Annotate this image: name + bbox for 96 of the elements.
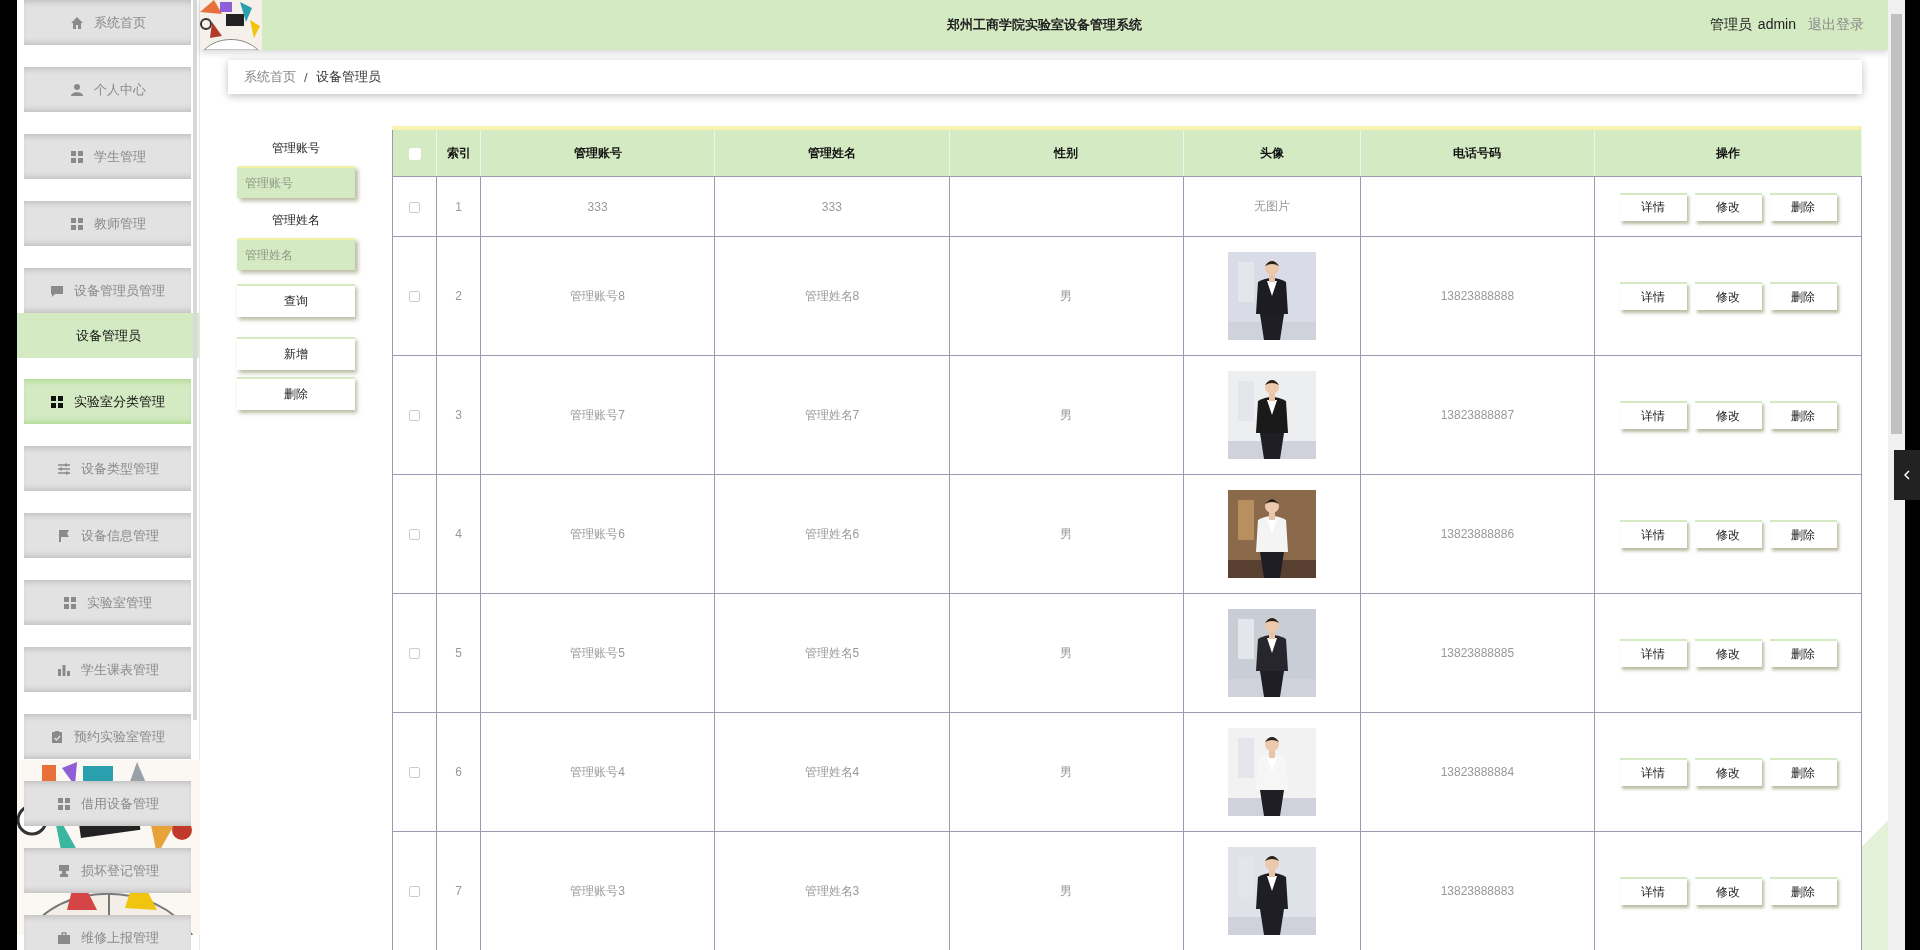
table-cell: 男 <box>949 474 1184 594</box>
table-cell: 333 <box>480 176 715 237</box>
app-title: 郑州工商学院实验室设备管理系统 <box>946 16 1142 34</box>
table-cell: 6 <box>436 712 481 832</box>
table-cell: 2 <box>436 236 481 356</box>
row-action-button[interactable]: 删除 <box>1769 639 1837 667</box>
grid-icon <box>63 595 77 610</box>
grid-icon <box>69 216 84 231</box>
grid-icon <box>50 394 64 409</box>
checkbox[interactable] <box>409 201 420 213</box>
grid-icon <box>69 149 84 164</box>
collapse-tab[interactable] <box>1894 450 1920 500</box>
chat-icon <box>50 283 64 298</box>
row-action-button[interactable]: 详情 <box>1619 758 1687 786</box>
checkbox[interactable] <box>409 529 420 541</box>
sliders-icon <box>56 461 71 476</box>
row-action-button[interactable]: 删除 <box>1769 877 1837 905</box>
column-header: 索引 <box>436 130 481 177</box>
field-label: 管理账号 <box>271 140 321 157</box>
table-cell: 男 <box>949 712 1184 832</box>
row-action-button[interactable]: 修改 <box>1694 192 1762 221</box>
table-cell: 男 <box>949 236 1184 356</box>
table-cell: 管理账号4 <box>480 712 715 832</box>
row-action-button[interactable]: 详情 <box>1619 639 1687 667</box>
table-cell: 1 <box>436 176 481 237</box>
table-cell: 管理姓名4 <box>714 712 949 832</box>
clipboard-icon <box>50 729 64 744</box>
checkbox[interactable] <box>409 886 420 898</box>
breadcrumb-link[interactable]: 设备管理员 <box>315 68 381 86</box>
table-cell: 管理姓名8 <box>714 236 949 356</box>
row-action-button[interactable]: 删除 <box>1769 401 1837 429</box>
menu-item[interactable]: 实验室分类管理 <box>24 379 191 424</box>
table-cell: 管理账号8 <box>480 236 715 356</box>
action-button[interactable]: 查询 <box>237 284 355 317</box>
checkbox[interactable] <box>409 648 420 660</box>
table-cell: 333 <box>714 176 949 237</box>
row-action-button[interactable]: 修改 <box>1694 282 1762 310</box>
bar-chart-icon <box>56 662 71 677</box>
home-icon <box>69 15 84 30</box>
column-header: 管理姓名 <box>714 130 949 177</box>
column-header: 操作 <box>1594 130 1862 177</box>
table-cell: 管理账号6 <box>480 474 715 594</box>
row-action-button[interactable]: 详情 <box>1619 520 1687 548</box>
stamp-icon <box>56 863 71 878</box>
table-cell: 13823888888 <box>1360 236 1595 356</box>
breadcrumb-link[interactable]: 系统首页 <box>244 68 296 86</box>
grid-icon <box>56 796 71 811</box>
column-header: 头像 <box>1183 130 1361 177</box>
user-role: 管理员 <box>1709 16 1752 34</box>
checkbox[interactable] <box>409 767 420 779</box>
row-action-button[interactable]: 详情 <box>1619 192 1687 221</box>
person-icon <box>69 82 84 97</box>
table-cell: 5 <box>436 593 481 713</box>
table-cell: 4 <box>436 474 481 594</box>
row-action-button[interactable]: 删除 <box>1769 520 1837 548</box>
row-action-button[interactable]: 修改 <box>1694 639 1762 667</box>
field-label: 管理姓名 <box>271 212 321 229</box>
row-action-button[interactable]: 修改 <box>1694 520 1762 548</box>
table-cell: 管理姓名6 <box>714 474 949 594</box>
row-action-button[interactable]: 修改 <box>1694 877 1762 905</box>
checkbox[interactable] <box>409 410 420 422</box>
row-action-button[interactable]: 删除 <box>1769 758 1837 786</box>
row-action-button[interactable]: 详情 <box>1619 282 1687 310</box>
table-cell: 13823888887 <box>1360 355 1595 475</box>
table-cell: 男 <box>949 593 1184 713</box>
breadcrumb-separator: / <box>304 69 308 85</box>
flag-icon <box>56 528 71 543</box>
table-cell: 13823888885 <box>1360 593 1595 713</box>
table-cell: 13823888886 <box>1360 474 1595 594</box>
checkbox[interactable] <box>409 291 420 303</box>
table-cell: 管理姓名7 <box>714 355 949 475</box>
row-action-button[interactable]: 修改 <box>1694 401 1762 429</box>
table-cell: 管理账号7 <box>480 355 715 475</box>
search-field[interactable]: 管理姓名 <box>237 238 355 270</box>
submenu-item[interactable]: 设备管理员 <box>17 313 199 358</box>
column-header: 性别 <box>949 130 1184 177</box>
chevron-left-icon <box>1903 469 1911 481</box>
column-header: 电话号码 <box>1360 130 1595 177</box>
table-cell: 13823888884 <box>1360 712 1595 832</box>
table-cell: 3 <box>436 355 481 475</box>
table-cell: 男 <box>949 355 1184 475</box>
row-action-button[interactable]: 删除 <box>1769 282 1837 310</box>
table-cell: 管理姓名5 <box>714 593 949 713</box>
action-button[interactable]: 新增 <box>237 337 355 370</box>
row-action-button[interactable]: 修改 <box>1694 758 1762 786</box>
action-button[interactable]: 删除 <box>237 377 355 410</box>
row-action-button[interactable]: 详情 <box>1619 401 1687 429</box>
table-cell: 管理账号5 <box>480 593 715 713</box>
column-header: 管理账号 <box>480 130 715 177</box>
search-field[interactable]: 管理账号 <box>237 166 355 198</box>
briefcase-icon <box>56 930 71 945</box>
no-image-text: 无图片 <box>1253 199 1290 213</box>
row-action-button[interactable]: 详情 <box>1619 877 1687 905</box>
scrollbar[interactable] <box>1888 0 1905 950</box>
user-name: admin <box>1757 16 1796 34</box>
row-action-button[interactable]: 删除 <box>1769 192 1837 221</box>
